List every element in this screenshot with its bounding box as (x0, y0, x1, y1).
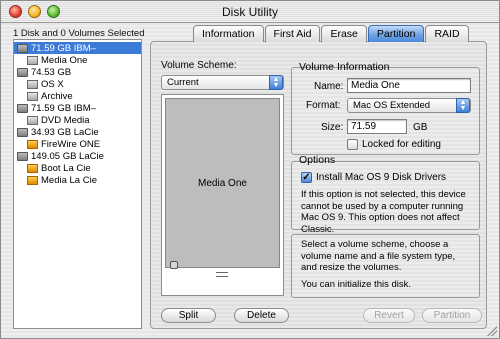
volume-scheme-popup[interactable]: Current ▲ ▼ (161, 75, 284, 90)
disk-list-label: FireWire ONE (41, 138, 101, 150)
hard-disk-icon (17, 151, 28, 161)
tab-first-aid[interactable]: First Aid (264, 25, 321, 42)
install-os9-drivers-label: Install Mac OS 9 Disk Drivers (316, 172, 447, 183)
revert-button[interactable]: Revert (363, 308, 415, 323)
size-unit: GB (413, 122, 428, 133)
lock-icon (170, 261, 178, 269)
disk-utility-window: Disk Utility 1 Disk and 0 Volumes Select… (0, 0, 500, 339)
volume-list-item[interactable]: Media One (14, 54, 141, 66)
volume-list-item[interactable]: Archive (14, 90, 141, 102)
install-os9-drivers-checkbox[interactable]: ✓ (301, 172, 312, 183)
options-title: Options (299, 154, 336, 166)
window-title: Disk Utility (222, 5, 278, 19)
popup-arrows-icon: ▲ ▼ (456, 98, 470, 113)
volume-scheme-map: Media One (161, 94, 284, 296)
disk-list-item[interactable]: 71.59 GB IBM– (14, 102, 141, 114)
disk-list-label: 74.53 GB (31, 66, 72, 78)
partition-block[interactable]: Media One (165, 98, 280, 269)
locked-checkbox[interactable] (347, 139, 358, 150)
tab-bar: Information First Aid Erase Partition RA… (193, 25, 470, 42)
tab-information[interactable]: Information (193, 25, 264, 42)
volume-list-item[interactable]: Media La Cie (14, 174, 141, 186)
disk-list-item[interactable]: 74.53 GB (14, 66, 141, 78)
help-initialize-text: You can initialize this disk. (301, 279, 412, 290)
volume-icon (27, 55, 38, 65)
format-label: Format: (306, 100, 341, 111)
volume-list-item[interactable]: FireWire ONE (14, 138, 141, 150)
size-label: Size: (321, 122, 344, 133)
split-button[interactable]: Split (161, 308, 216, 323)
locked-label: Locked for editing (362, 139, 441, 150)
format-value: Mac OS Extended (353, 100, 431, 111)
title-bar[interactable]: Disk Utility (1, 1, 499, 23)
volume-list-item[interactable]: DVD Media (14, 114, 141, 126)
disk-list-item[interactable]: 34.93 GB LaCie (14, 126, 141, 138)
hard-disk-icon (17, 43, 28, 53)
volume-information-title: Volume Information (299, 61, 390, 73)
disk-list-item[interactable]: 149.05 GB LaCie (14, 150, 141, 162)
disk-list-label: Media La Cie (41, 174, 97, 186)
firewire-volume-icon (27, 139, 38, 149)
volume-scheme-value: Current (167, 77, 199, 88)
volume-list-item[interactable]: OS X (14, 78, 141, 90)
window-resize-grip[interactable] (487, 326, 497, 336)
disk-list-label: Media One (41, 54, 88, 66)
hard-disk-icon (17, 67, 28, 77)
firewire-volume-icon (27, 175, 38, 185)
disk-list-label: Boot La Cie (41, 162, 91, 174)
disk-list-label: Archive (41, 90, 73, 102)
selection-status: 1 Disk and 0 Volumes Selected (13, 28, 145, 39)
volume-icon (27, 91, 38, 101)
partition-resize-handle[interactable] (216, 272, 228, 277)
help-text: Select a volume scheme, choose a volume … (301, 239, 456, 273)
disk-list-label: 149.05 GB LaCie (31, 150, 104, 162)
name-label: Name: (314, 81, 344, 92)
format-popup[interactable]: Mac OS Extended ▲ ▼ (347, 98, 471, 113)
volume-icon (27, 115, 38, 125)
volume-list-item[interactable]: Boot La Cie (14, 162, 141, 174)
volume-icon (27, 79, 38, 89)
tab-erase[interactable]: Erase (321, 25, 367, 42)
partition-block-label: Media One (198, 177, 247, 189)
volume-scheme-label: Volume Scheme: (161, 60, 237, 71)
tab-partition[interactable]: Partition (367, 25, 425, 42)
disk-list[interactable]: 71.59 GB IBM– Media One 74.53 GB OS X Archiv… (13, 39, 142, 329)
hard-disk-icon (17, 127, 28, 137)
volume-size-field[interactable]: 71.59 (347, 119, 407, 134)
firewire-volume-icon (27, 163, 38, 173)
disk-list-item[interactable]: 71.59 GB IBM– (14, 42, 141, 54)
disk-list-label: DVD Media (41, 114, 90, 126)
partition-button[interactable]: Partition (422, 308, 482, 323)
options-description: If this option is not selected, this dev… (301, 189, 466, 235)
popup-arrows-icon: ▲ ▼ (269, 75, 283, 90)
disk-list-label: 34.93 GB LaCie (31, 126, 99, 138)
tab-raid[interactable]: RAID (425, 25, 469, 42)
disk-list-label: 71.59 GB IBM– (31, 42, 96, 54)
delete-button[interactable]: Delete (234, 308, 289, 323)
disk-list-label: 71.59 GB IBM– (31, 102, 96, 114)
disk-list-label: OS X (41, 78, 64, 90)
hard-disk-icon (17, 103, 28, 113)
volume-name-field[interactable]: Media One (347, 78, 471, 93)
